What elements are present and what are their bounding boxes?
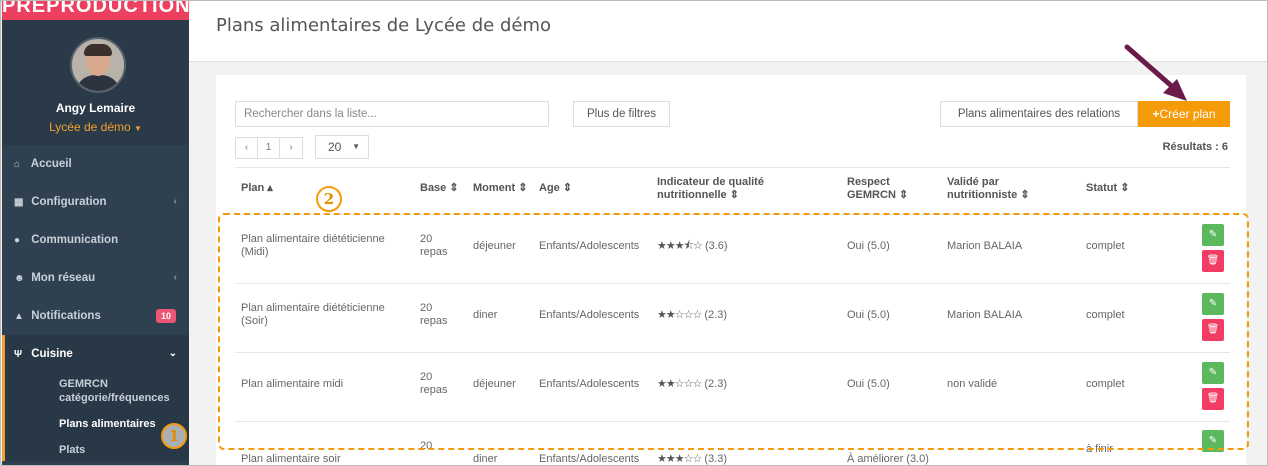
sidebar-subitem-gemrcn[interactable]: GEMRCN catégorie/fréquences xyxy=(5,373,189,409)
per-page-select[interactable]: 20 ▼ xyxy=(315,135,369,159)
avatar[interactable] xyxy=(70,37,126,93)
plan-name[interactable]: Plan alimentaire soir xyxy=(241,453,406,465)
col-moment[interactable]: Moment ⇕ xyxy=(473,182,527,195)
sidebar: PRÉPRODUCTION Angy Lemaire Lycée de démo… xyxy=(2,1,189,465)
app-window: PRÉPRODUCTION Angy Lemaire Lycée de démo… xyxy=(0,0,1268,466)
chevron-left-icon: ‹ xyxy=(173,196,177,207)
cutlery-icon: Ψ xyxy=(14,349,23,360)
caret-down-icon: ▼ xyxy=(352,142,360,151)
env-banner: PRÉPRODUCTION xyxy=(2,1,189,20)
col-age[interactable]: Age ⇕ xyxy=(539,182,572,195)
gemrcn-respect: À améliorer (3.0) xyxy=(847,453,929,465)
next-page-icon[interactable]: › xyxy=(280,138,302,158)
prev-page-icon[interactable]: ‹ xyxy=(236,138,258,158)
results-count: Résultats : 6 xyxy=(1162,141,1228,153)
callout-1: 1 xyxy=(161,423,187,449)
notification-badge: 10 xyxy=(155,309,176,323)
search-input[interactable] xyxy=(235,101,549,127)
pagination: ‹ 1 › xyxy=(235,137,303,159)
sidebar-item-cuisine[interactable]: Ψ Cuisine ⌄ xyxy=(2,335,189,373)
quality-rating: ★★★☆☆ (3.3) xyxy=(657,453,727,465)
star-rating-icon: ★★★☆☆ xyxy=(657,453,702,465)
relations-plans-button[interactable]: Plans alimentaires des relations xyxy=(940,101,1138,127)
cuisine-submenu: GEMRCN catégorie/fréquences Plans alimen… xyxy=(2,373,189,461)
col-plan[interactable]: Plan ▴ xyxy=(241,182,273,195)
home-icon: ⌂ xyxy=(14,159,21,170)
col-quality[interactable]: Indicateur de qualité nutritionnelle ⇕ xyxy=(657,176,764,202)
title-bar: Plans alimentaires de Lycée de démo xyxy=(189,1,1267,62)
col-validated[interactable]: Validé par nutritionniste ⇕ xyxy=(947,176,1030,202)
users-icon: ☻ xyxy=(14,273,25,284)
bell-icon: ▲ xyxy=(14,311,24,322)
sidebar-nav: ⌂ Accueil ▦ Configuration ‹ ● Communicati… xyxy=(2,145,189,461)
sidebar-item-mon-reseau[interactable]: ☻ Mon réseau ‹ xyxy=(2,259,189,297)
sidebar-item-communication[interactable]: ● Communication xyxy=(2,221,189,259)
table-header: Plan ▴ Base ⇕ Moment ⇕ Age ⇕ Indicateur … xyxy=(235,167,1230,207)
col-base[interactable]: Base ⇕ xyxy=(420,182,459,195)
caret-down-icon: ▼ xyxy=(134,124,142,133)
pointer-arrow-icon xyxy=(1124,44,1187,101)
callout-2: 2 xyxy=(316,186,342,212)
plan-moment: diner xyxy=(473,453,498,465)
more-filters-button[interactable]: Plus de filtres xyxy=(573,101,670,127)
sidebar-item-accueil[interactable]: ⌂ Accueil xyxy=(2,145,189,183)
page-title: Plans alimentaires de Lycée de démo xyxy=(216,15,551,36)
user-name[interactable]: Angy Lemaire xyxy=(2,101,189,115)
page-number[interactable]: 1 xyxy=(258,138,280,158)
col-respect[interactable]: Respect GEMRCN ⇕ xyxy=(847,176,908,202)
chat-icon: ● xyxy=(14,235,21,246)
school-selector[interactable]: Lycée de démo ▼ xyxy=(2,120,189,134)
chevron-left-icon: ‹ xyxy=(173,272,177,283)
sidebar-item-notifications[interactable]: ▲ Notifications 10 xyxy=(2,297,189,335)
school-label: Lycée de démo xyxy=(49,120,131,134)
rows-highlight xyxy=(218,213,1249,450)
bank-icon: ▦ xyxy=(14,197,24,208)
chevron-down-icon: ⌄ xyxy=(168,348,177,359)
plan-age: Enfants/Adolescents xyxy=(539,453,640,465)
sidebar-item-configuration[interactable]: ▦ Configuration ‹ xyxy=(2,183,189,221)
col-status[interactable]: Statut ⇕ xyxy=(1086,182,1129,195)
